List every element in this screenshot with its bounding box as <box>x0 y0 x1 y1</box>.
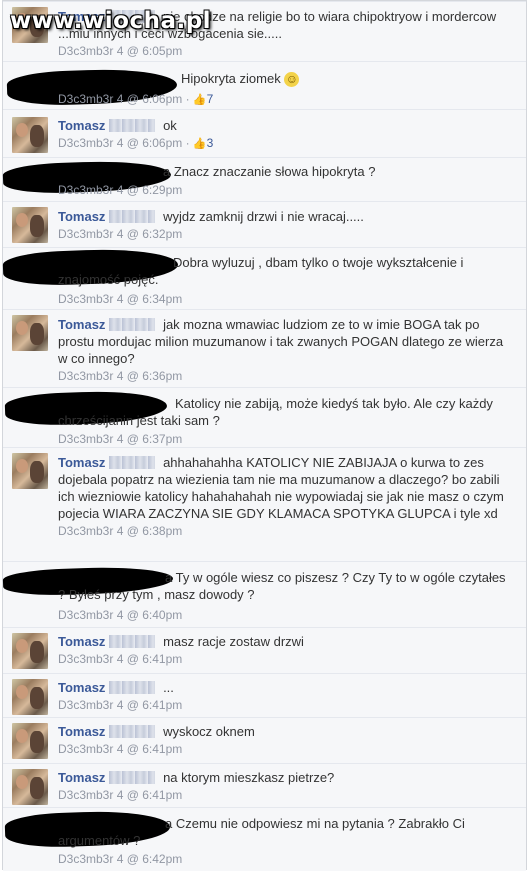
blurred-name <box>109 456 156 469</box>
comment-author[interactable]: Tomasz <box>58 209 105 224</box>
comment-item: Dobra wyluzuj , dbam tylko o twoje wyksz… <box>2 246 526 309</box>
blurred-name <box>109 635 156 648</box>
comment-timestamp[interactable]: D3c3mb3r 4 @ 6:32pm <box>58 226 512 243</box>
avatar[interactable] <box>12 769 48 805</box>
thumbs-up-icon: 👍 <box>192 94 207 106</box>
comment-item: a Znacz znaczanie słowa hipokryta ? D3c3… <box>2 157 526 201</box>
blurred-name <box>109 725 156 738</box>
thumbs-up-icon: 👍 <box>192 138 207 150</box>
comment-item: Tomasz jak mozna wmawiac ludziom ze to w… <box>3 309 526 387</box>
comment-item: Tomasz na ktorym mieszkasz pietrze? D3c3… <box>3 763 526 807</box>
comment-author[interactable]: Tomasz <box>58 724 105 739</box>
comment-author[interactable]: Tomasz <box>58 118 105 133</box>
comment-item: a Ty w ogóle wiesz co piszesz ? Czy Ty t… <box>2 561 526 627</box>
watermark: www.wiocha.pl <box>10 8 212 34</box>
avatar[interactable] <box>12 679 48 715</box>
comment-timestamp[interactable]: D3c3mb3r 4 @ 6:36pm <box>58 368 512 385</box>
comment-timestamp[interactable]: D3c3mb3r 4 @ 6:29pm <box>58 183 182 197</box>
comment-item: Tomasz ahhahahahha KATOLICY NIE ZABIJAJA… <box>3 447 526 561</box>
smiley-icon: ☺ <box>284 72 300 87</box>
blurred-name <box>109 318 156 331</box>
blurred-name <box>109 210 156 223</box>
comment-item: Tomasz wyjdz zamknij drzwi i nie wracaj.… <box>3 201 526 247</box>
comment-author[interactable]: Tomasz <box>58 455 105 470</box>
comment-meta: D3c3mb3r 4 @ 6:06pm · 👍3 <box>58 136 214 150</box>
comment-author[interactable]: Tomasz <box>58 680 105 695</box>
comment-item: Katolicy nie zabiją, może kiedyś tak był… <box>3 387 526 447</box>
avatar[interactable] <box>12 723 48 759</box>
comment-text: a Czemu nie odpowiesz mi na pytania ? Za… <box>58 816 465 848</box>
blurred-name <box>109 119 156 132</box>
comment-timestamp[interactable]: D3c3mb3r 4 @ 6:37pm <box>58 432 182 446</box>
comment-text: wyskocz oknem <box>163 724 255 739</box>
comment-text: Katolicy nie zabiją, może kiedyś tak był… <box>58 396 493 428</box>
comment-timestamp[interactable]: D3c3mb3r 4 @ 6:41pm <box>58 741 512 758</box>
avatar[interactable] <box>12 315 48 351</box>
comment-text: wyjdz zamknij drzwi i nie wracaj..... <box>163 209 364 224</box>
comment-timestamp[interactable]: D3c3mb3r 4 @ 6:41pm <box>58 651 512 668</box>
comment-text: Dobra wyluzuj , dbam tylko o twoje wyksz… <box>58 255 464 287</box>
comment-item: Tomasz ... D3c3mb3r 4 @ 6:41pm <box>3 673 526 717</box>
comment-timestamp[interactable]: D3c3mb3r 4 @ 6:06pm <box>58 136 182 150</box>
comment-text: a Znacz znaczanie słowa hipokryta ? <box>163 164 376 179</box>
comment-item: Tomasz wyskocz oknem D3c3mb3r 4 @ 6:41pm <box>3 717 526 763</box>
comment-author[interactable]: Tomasz <box>58 634 105 649</box>
like-count[interactable]: 👍7 <box>193 92 213 106</box>
comment-author[interactable]: Tomasz <box>58 770 105 785</box>
blurred-name <box>109 771 156 784</box>
comment-text: ok <box>163 118 177 133</box>
comment-meta: D3c3mb3r 4 @ 6:06pm · 👍7 <box>58 92 214 106</box>
comment-timestamp[interactable]: D3c3mb3r 4 @ 6:40pm <box>58 608 182 622</box>
comment-text: masz racje zostaw drzwi <box>163 634 304 649</box>
comment-timestamp[interactable]: D3c3mb3r 4 @ 6:38pm <box>58 523 512 540</box>
comment-text: Hipokryta ziomek <box>181 71 281 86</box>
comment-item: Hipokryta ziomek ☺ D3c3mb3r 4 @ 6:06pm ·… <box>3 61 526 109</box>
comment-text: a Ty w ogóle wiesz co piszesz ? Czy Ty t… <box>58 570 506 602</box>
comment-item: Tomasz ok D3c3mb3r 4 @ 6:06pm · 👍3 <box>3 109 526 157</box>
comments-panel: www.wiocha.pl Tomasz nie chodze na relig… <box>2 0 527 871</box>
comment-timestamp[interactable]: D3c3mb3r 4 @ 6:42pm <box>58 852 182 866</box>
comment-timestamp[interactable]: D3c3mb3r 4 @ 6:05pm <box>58 43 512 60</box>
comment-timestamp[interactable]: D3c3mb3r 4 @ 6:34pm <box>58 292 182 306</box>
avatar[interactable] <box>12 633 48 669</box>
comment-item: Tomasz masz racje zostaw drzwi D3c3mb3r … <box>3 627 526 673</box>
comment-timestamp[interactable]: D3c3mb3r 4 @ 6:06pm <box>58 92 182 106</box>
comment-text: ... <box>163 680 174 695</box>
comment-timestamp[interactable]: D3c3mb3r 4 @ 6:41pm <box>58 787 512 804</box>
comment-timestamp[interactable]: D3c3mb3r 4 @ 6:41pm <box>58 697 512 714</box>
avatar[interactable] <box>12 207 48 243</box>
avatar[interactable] <box>12 117 48 153</box>
comment-text: na ktorym mieszkasz pietrze? <box>163 770 335 785</box>
comment-author[interactable]: Tomasz <box>58 317 105 332</box>
like-count[interactable]: 👍3 <box>193 136 213 150</box>
comment-item: a Czemu nie odpowiesz mi na pytania ? Za… <box>3 807 526 871</box>
blurred-name <box>109 681 156 694</box>
avatar[interactable] <box>12 453 48 489</box>
